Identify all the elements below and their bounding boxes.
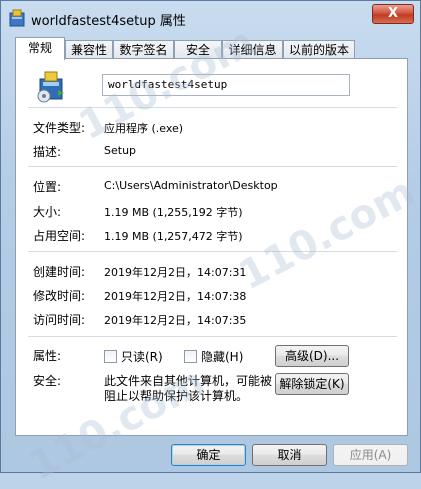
tab-security[interactable]: 安全	[174, 40, 222, 59]
size-on-disk-value: 1.19 MB (1,257,472 字节)	[104, 230, 243, 243]
created-label: 创建时间:	[33, 265, 86, 279]
size-on-disk-label: 占用空间:	[33, 229, 86, 243]
file-type-value: 应用程序 (.exe)	[104, 122, 184, 135]
window-title: worldfastest4setup 属性	[31, 14, 186, 29]
hidden-checkbox-label: 隐藏(H)	[201, 350, 244, 364]
hidden-checkbox[interactable]: 隐藏(H)	[184, 348, 243, 365]
title-bar[interactable]: worldfastest4setup 属性 X	[1, 1, 420, 35]
tab-previous-versions[interactable]: 以前的版本	[283, 40, 355, 59]
advanced-button[interactable]: 高级(D)...	[275, 345, 349, 367]
created-value: 2019年12月2日，14:07:31	[104, 266, 247, 279]
readonly-checkbox-box[interactable]	[104, 350, 117, 363]
unblock-button[interactable]: 解除锁定(K)	[275, 373, 349, 395]
attributes-label: 属性:	[33, 349, 62, 363]
divider	[28, 166, 397, 167]
readonly-checkbox-label: 只读(R)	[121, 350, 163, 364]
close-button[interactable]: X	[372, 4, 414, 24]
file-type-label: 文件类型:	[33, 121, 86, 135]
tab-details[interactable]: 详细信息	[222, 40, 283, 59]
security-message: 此文件来自其他计算机，可能被阻止以帮助保护该计算机。	[104, 374, 273, 403]
close-icon: X	[387, 6, 399, 21]
setup-app-icon	[9, 9, 25, 27]
divider	[28, 107, 397, 108]
ok-button[interactable]: 确定	[171, 444, 246, 466]
divider	[28, 251, 397, 252]
accessed-value: 2019年12月2日，14:07:35	[104, 314, 247, 327]
readonly-checkbox[interactable]: 只读(R)	[104, 348, 163, 365]
modified-value: 2019年12月2日，14:07:38	[104, 290, 247, 303]
tab-compatibility[interactable]: 兼容性	[65, 40, 113, 59]
security-label: 安全:	[33, 374, 62, 388]
tab-digital-signatures[interactable]: 数字签名	[113, 40, 174, 59]
properties-window: worldfastest4setup 属性 X 常规 兼容性 数字签名 安全 详…	[0, 0, 421, 489]
tab-general[interactable]: 常规	[15, 37, 65, 60]
hidden-checkbox-box[interactable]	[184, 350, 197, 363]
divider	[28, 336, 397, 337]
cancel-button[interactable]: 取消	[252, 444, 327, 466]
file-name-input[interactable]: worldfastest4setup	[102, 74, 350, 96]
description-value: Setup	[104, 144, 137, 157]
general-panel: worldfastest4setup 文件类型: 应用程序 (.exe) 描述:…	[15, 58, 408, 436]
size-label: 大小:	[33, 205, 62, 219]
size-value: 1.19 MB (1,255,192 字节)	[104, 206, 243, 219]
location-value: C:\Users\Administrator\Desktop	[104, 179, 278, 192]
apply-button[interactable]: 应用(A)	[333, 444, 408, 466]
installer-file-icon	[37, 71, 64, 103]
accessed-label: 访问时间:	[33, 313, 86, 327]
modified-label: 修改时间:	[33, 289, 86, 303]
description-label: 描述:	[33, 145, 62, 159]
location-label: 位置:	[33, 180, 62, 194]
